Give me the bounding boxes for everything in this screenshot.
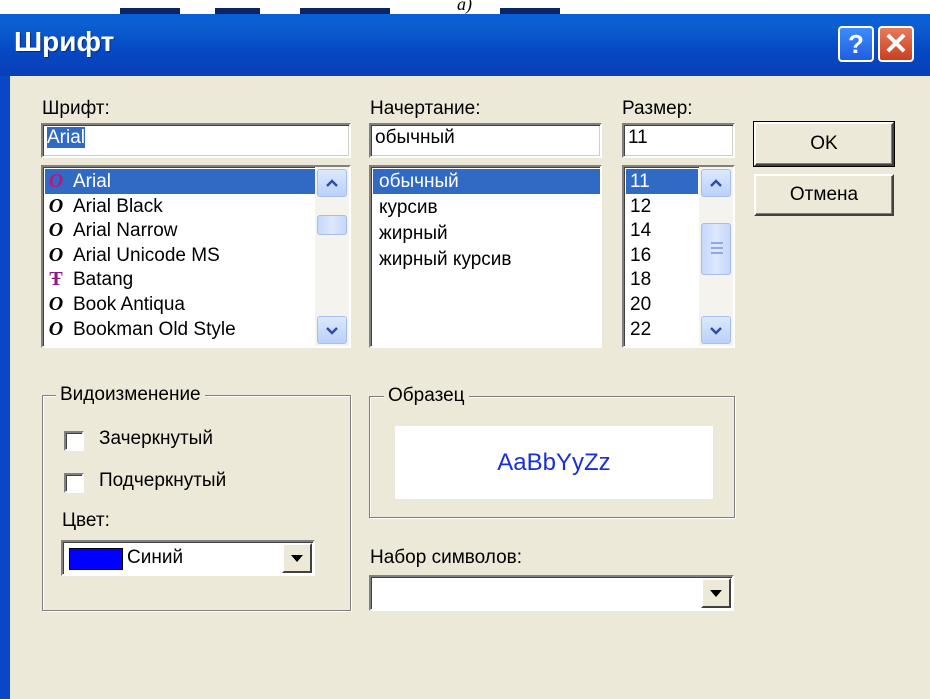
font-list-item-label: Arial Black bbox=[73, 195, 163, 217]
close-icon: ✕ bbox=[883, 27, 909, 61]
help-button[interactable]: ? bbox=[838, 26, 874, 62]
size-input[interactable]: 11 bbox=[622, 123, 735, 158]
style-label: Начертание: bbox=[370, 98, 481, 119]
top-frame-strip: a) bbox=[0, 0, 930, 14]
font-list-item-label: Book Antiqua bbox=[73, 294, 185, 315]
dropdown-arrow-icon bbox=[710, 589, 722, 597]
figure-label: a) bbox=[457, 0, 472, 14]
style-list-item[interactable]: жирный курсив bbox=[373, 247, 600, 272]
font-list-item-label: Arial Unicode MS bbox=[73, 244, 220, 266]
cancel-button[interactable]: Отмена bbox=[754, 174, 894, 216]
window-left-border bbox=[0, 76, 10, 699]
opentype-icon: O bbox=[48, 243, 64, 266]
scroll-thumb[interactable] bbox=[701, 223, 731, 275]
underline-label: Подчеркнутый bbox=[99, 470, 227, 491]
font-name-input[interactable]: Arial bbox=[41, 123, 351, 158]
scroll-up-button[interactable] bbox=[317, 169, 347, 197]
color-label: Цвет: bbox=[62, 510, 110, 531]
color-swatch bbox=[69, 548, 123, 570]
charset-dropdown-button[interactable] bbox=[701, 578, 731, 608]
opentype-icon: O bbox=[48, 317, 64, 340]
opentype-icon: O bbox=[48, 219, 64, 242]
size-list-item[interactable]: 18 bbox=[626, 267, 698, 292]
style-list-item[interactable]: жирный bbox=[373, 221, 600, 246]
font-list-scrollbar[interactable] bbox=[315, 167, 349, 346]
font-list-item[interactable]: O Arial bbox=[45, 169, 315, 194]
size-list-item[interactable]: 22 bbox=[626, 317, 698, 342]
style-list-item[interactable]: обычный bbox=[373, 169, 600, 194]
font-list-item-label: Bookman Old Style bbox=[73, 318, 236, 340]
size-list-item[interactable]: 14 bbox=[626, 218, 698, 243]
size-list-item[interactable]: 12 bbox=[626, 194, 698, 219]
size-list-item[interactable]: 11 bbox=[626, 169, 698, 194]
strikethrough-label: Зачеркнутый bbox=[99, 428, 213, 449]
color-select-value: Синий bbox=[127, 547, 184, 568]
title-bar: Шрифт ? ✕ bbox=[0, 14, 930, 76]
dropdown-arrow-icon bbox=[291, 554, 303, 562]
font-list-item[interactable]: O Arial Unicode MS bbox=[45, 243, 315, 268]
style-list[interactable]: обычный курсив жирный жирный курсив bbox=[369, 165, 602, 348]
size-label: Размер: bbox=[622, 98, 693, 119]
font-list-item-label: Batang bbox=[73, 269, 134, 291]
scroll-thumb[interactable] bbox=[317, 215, 347, 235]
font-list-item[interactable]: O Arial Black bbox=[45, 194, 315, 219]
color-dropdown-button[interactable] bbox=[282, 543, 312, 573]
chevron-down-icon bbox=[710, 327, 722, 335]
font-name-value: Arial bbox=[47, 127, 86, 148]
font-list[interactable]: O Bookman Old Style O Book Antiqua Ŧ Batang O A… bbox=[41, 165, 351, 348]
scroll-down-button[interactable] bbox=[701, 316, 731, 344]
font-list-item-label: Arial Narrow bbox=[73, 220, 178, 242]
charset-select[interactable] bbox=[369, 575, 734, 611]
window-title: Шрифт bbox=[14, 26, 115, 57]
truetype-icon: Ŧ bbox=[49, 268, 63, 291]
font-list-item[interactable]: O Bookman Old Style bbox=[45, 317, 315, 342]
scroll-down-button[interactable] bbox=[317, 316, 347, 344]
opentype-icon: O bbox=[48, 293, 64, 315]
chevron-up-icon bbox=[326, 179, 338, 187]
scroll-up-button[interactable] bbox=[701, 169, 731, 197]
help-icon: ? bbox=[848, 28, 864, 59]
font-list-item-label: Arial bbox=[73, 171, 112, 192]
strikethrough-checkbox[interactable] bbox=[64, 431, 84, 451]
style-list-item[interactable]: курсив bbox=[373, 195, 600, 220]
opentype-icon: O bbox=[48, 194, 64, 217]
close-button[interactable]: ✕ bbox=[878, 26, 914, 62]
color-select[interactable]: Синий bbox=[61, 540, 315, 576]
size-value: 11 bbox=[628, 127, 648, 148]
size-list-scrollbar[interactable] bbox=[699, 167, 733, 346]
ok-button[interactable]: OK bbox=[753, 121, 895, 167]
opentype-icon: O bbox=[48, 170, 64, 192]
effects-legend: Видоизменение bbox=[56, 384, 205, 406]
style-input[interactable]: обычный bbox=[369, 123, 602, 158]
font-list-item[interactable]: O Book Antiqua bbox=[45, 292, 315, 317]
chevron-down-icon bbox=[326, 327, 338, 335]
font-label: Шрифт: bbox=[42, 98, 110, 119]
size-list-item[interactable]: 20 bbox=[626, 292, 698, 317]
style-value: обычный bbox=[375, 127, 455, 148]
font-list-item[interactable]: O Arial Narrow bbox=[45, 218, 315, 243]
size-list[interactable]: 22 20 18 16 14 12 11 bbox=[622, 165, 735, 348]
font-list-item[interactable]: Ŧ Batang bbox=[45, 267, 315, 292]
charset-label: Набор символов: bbox=[370, 547, 523, 568]
sample-preview: AaBbYyZz bbox=[395, 426, 713, 499]
sample-legend: Образец bbox=[384, 385, 469, 407]
chevron-up-icon bbox=[710, 179, 722, 187]
size-list-item[interactable]: 16 bbox=[626, 243, 698, 268]
underline-checkbox[interactable] bbox=[64, 473, 84, 493]
